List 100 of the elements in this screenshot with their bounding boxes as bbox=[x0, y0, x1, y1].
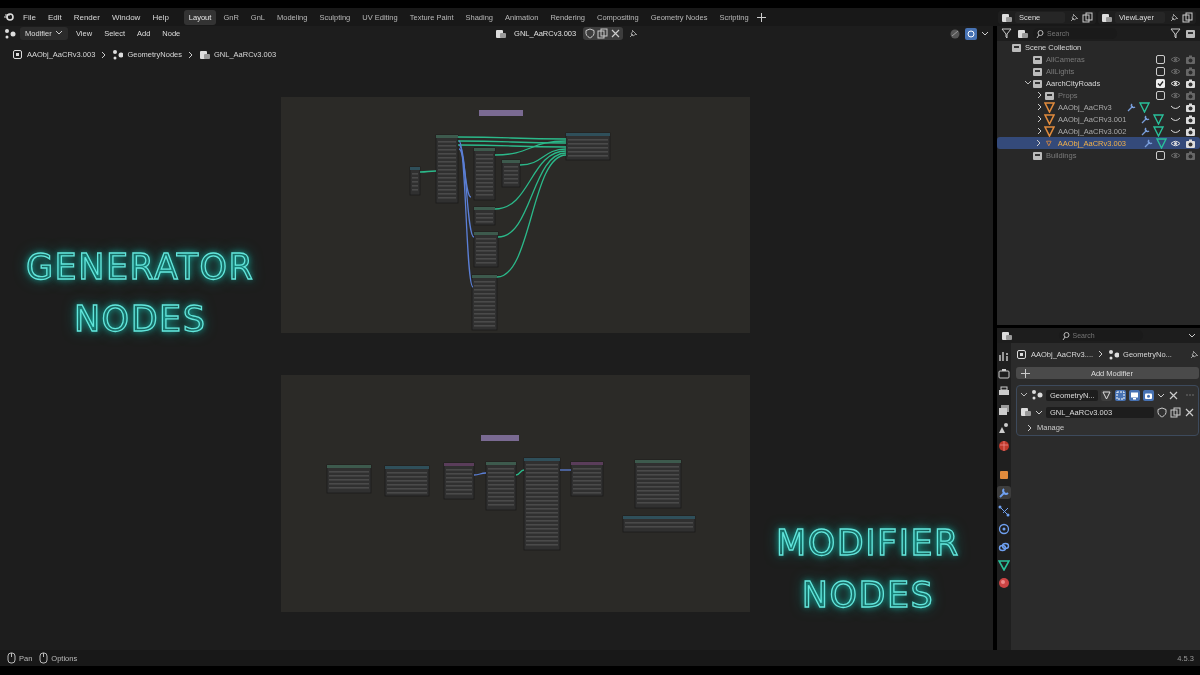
properties-tab[interactable] bbox=[997, 468, 1011, 481]
object-icon bbox=[1016, 348, 1027, 360]
properties-tab[interactable] bbox=[997, 385, 1011, 398]
wrench-icon[interactable] bbox=[1125, 101, 1137, 113]
nodes-icon bbox=[1031, 389, 1043, 401]
collection-icon bbox=[1032, 77, 1043, 89]
globe-icon bbox=[998, 439, 1010, 452]
sphere-icon bbox=[998, 576, 1010, 589]
pin-icon[interactable] bbox=[1168, 11, 1179, 23]
wrench-icon bbox=[998, 486, 1010, 499]
camera-back-icon bbox=[998, 367, 1010, 380]
close-icon[interactable] bbox=[1184, 406, 1195, 418]
gizmo-icon[interactable] bbox=[965, 27, 977, 40]
blender-logo-icon[interactable] bbox=[4, 11, 16, 23]
caret-icon[interactable] bbox=[981, 30, 989, 37]
scene-type-icon[interactable] bbox=[1001, 11, 1012, 23]
caret-icon[interactable] bbox=[1188, 332, 1196, 339]
camera-icon[interactable] bbox=[1185, 125, 1196, 137]
plus-icon bbox=[1021, 368, 1030, 378]
checkbox-icon[interactable] bbox=[1155, 53, 1166, 65]
camera-icon[interactable] bbox=[1185, 137, 1196, 149]
cube-icon bbox=[998, 468, 1010, 481]
mesh-data-icon[interactable] bbox=[1153, 113, 1165, 125]
close-icon[interactable] bbox=[1168, 389, 1179, 401]
properties-tab[interactable] bbox=[997, 504, 1011, 517]
nodes-icon bbox=[112, 49, 124, 60]
duplicate-icon[interactable] bbox=[597, 28, 609, 39]
properties-tab[interactable] bbox=[997, 486, 1011, 499]
mesh-data-icon[interactable] bbox=[1153, 125, 1165, 137]
close-icon[interactable] bbox=[610, 28, 622, 39]
properties-tab[interactable] bbox=[997, 558, 1011, 571]
toggle-button[interactable] bbox=[1101, 389, 1112, 401]
toggle-button[interactable] bbox=[1115, 389, 1126, 401]
duplicate-icon[interactable] bbox=[1082, 11, 1093, 23]
toggle-button[interactable] bbox=[1143, 389, 1154, 401]
chain-icon bbox=[998, 540, 1010, 553]
properties-tab[interactable] bbox=[997, 403, 1011, 416]
new-collection-icon[interactable] bbox=[1185, 28, 1196, 39]
chevron-icon bbox=[187, 50, 194, 59]
wrench-icon[interactable] bbox=[1140, 125, 1152, 137]
mesh-data-icon[interactable] bbox=[1138, 101, 1150, 113]
duplicate-icon[interactable] bbox=[1182, 11, 1193, 23]
editor-type-icon[interactable] bbox=[1001, 330, 1013, 341]
duplicate-icon[interactable] bbox=[1170, 406, 1181, 418]
checkbox-icon[interactable] bbox=[1155, 65, 1166, 77]
properties-tab[interactable] bbox=[997, 367, 1011, 380]
overlay-title: NODES bbox=[73, 298, 207, 341]
menu-item[interactable]: Edit bbox=[42, 10, 67, 24]
image-stack-icon bbox=[998, 403, 1010, 416]
menu-item[interactable]: File bbox=[18, 10, 41, 24]
printer-icon bbox=[998, 385, 1010, 398]
mouse-icon bbox=[38, 652, 50, 664]
menu-item[interactable]: Help bbox=[147, 10, 174, 24]
node-tree-icon[interactable] bbox=[1020, 406, 1032, 418]
scene-icon bbox=[998, 421, 1010, 434]
overlay-icon[interactable] bbox=[949, 27, 961, 40]
filter-icon[interactable] bbox=[1170, 28, 1181, 39]
mouse-icon bbox=[6, 652, 17, 664]
orbit-icon bbox=[998, 522, 1010, 535]
triangle-icon bbox=[1044, 101, 1055, 113]
node-tree-icon bbox=[199, 49, 210, 60]
node-tree-icon[interactable] bbox=[495, 27, 508, 40]
checkbox-icon[interactable] bbox=[1155, 149, 1166, 161]
edit-mode-icon bbox=[1102, 390, 1111, 400]
properties-tab[interactable] bbox=[997, 540, 1011, 553]
checkbox-icon[interactable] bbox=[1155, 89, 1166, 101]
wrench-icon[interactable] bbox=[1140, 113, 1152, 125]
caret-icon[interactable] bbox=[1157, 391, 1165, 399]
view-layer-icon[interactable] bbox=[1017, 28, 1029, 39]
fake-user-icon[interactable] bbox=[1157, 406, 1167, 418]
menu-item[interactable]: Render bbox=[68, 10, 105, 24]
collection-icon bbox=[1011, 41, 1022, 53]
checkbox-checked-icon[interactable] bbox=[1155, 77, 1166, 89]
chevron-icon bbox=[1097, 350, 1105, 358]
editor-type-icon[interactable] bbox=[4, 27, 16, 40]
menu-item[interactable]: Window bbox=[106, 10, 146, 24]
pin-icon[interactable] bbox=[1068, 11, 1079, 23]
camera-icon[interactable] bbox=[1185, 101, 1196, 113]
toggle-button[interactable] bbox=[1129, 389, 1140, 401]
display-mode-icon[interactable] bbox=[1001, 28, 1013, 39]
camera-icon[interactable] bbox=[1185, 77, 1196, 89]
properties-tab[interactable] bbox=[997, 439, 1011, 452]
triangle-icon bbox=[1044, 113, 1055, 125]
properties-tab[interactable] bbox=[997, 349, 1011, 362]
camera-icon[interactable] bbox=[1185, 113, 1196, 125]
mesh-data-icon[interactable] bbox=[1156, 137, 1167, 149]
pin-icon[interactable] bbox=[627, 28, 639, 39]
search-icon bbox=[1061, 330, 1071, 341]
properties-tab[interactable] bbox=[997, 522, 1011, 535]
view-layer-type-icon[interactable] bbox=[1101, 11, 1112, 23]
pin-icon[interactable] bbox=[1188, 348, 1199, 360]
caret-icon[interactable] bbox=[1035, 408, 1043, 416]
fake-user-icon[interactable] bbox=[585, 28, 596, 39]
overlay-title: GENERATOR bbox=[26, 246, 255, 289]
collection-icon bbox=[1044, 89, 1055, 101]
caret-icon bbox=[55, 29, 63, 36]
nodes-icon bbox=[1108, 348, 1120, 360]
properties-tab[interactable] bbox=[997, 421, 1011, 434]
properties-tab[interactable] bbox=[997, 576, 1011, 589]
add-workspace-icon[interactable] bbox=[755, 11, 767, 23]
